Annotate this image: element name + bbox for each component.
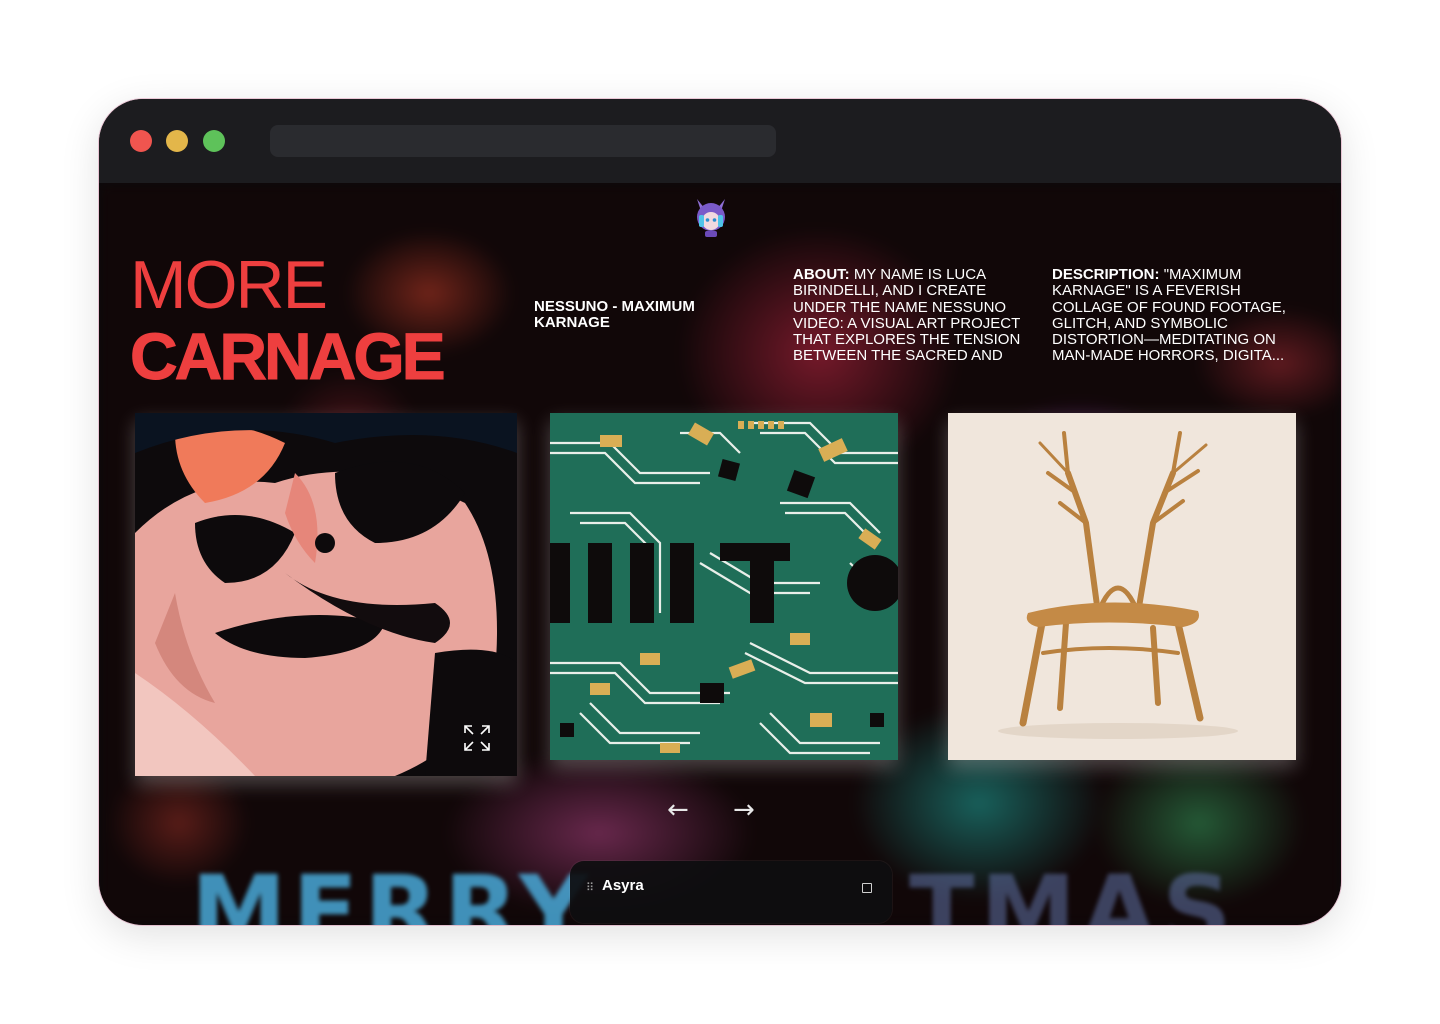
page-viewport: MERRY TMAS MORE CARNAGE NESSUNO - MAXIMU… <box>99 183 1341 925</box>
background-text-right: TMAS <box>909 855 1238 925</box>
mini-player[interactable]: ⠿ Asyra <box>570 861 892 923</box>
address-bar[interactable] <box>270 125 776 157</box>
expand-player-icon[interactable] <box>862 883 872 893</box>
circuit-artwork-image <box>550 413 898 760</box>
portrait-artwork-image <box>135 413 517 776</box>
artwork-card-antler-chair[interactable] <box>948 413 1296 760</box>
track-title: NESSUNO - MAXIMUM KARNAGE <box>534 298 695 331</box>
drag-handle-icon[interactable]: ⠿ <box>586 881 594 894</box>
carousel-next-arrow-icon[interactable]: → <box>733 795 755 825</box>
player-title: Asyra <box>602 877 644 894</box>
artwork-card-portrait[interactable] <box>135 413 517 776</box>
browser-titlebar <box>99 99 1341 183</box>
about-label: ABOUT: <box>793 267 850 283</box>
about-body: MY NAME IS LUCA BIRINDELLI, AND I CREATE… <box>793 267 1021 365</box>
expand-icon[interactable] <box>463 724 491 752</box>
cat-avatar-logo[interactable] <box>691 195 731 239</box>
minimize-window-button[interactable] <box>166 130 188 152</box>
description-text: DESCRIPTION: "MAXIMUM KARNAGE" IS A FEVE… <box>1052 267 1298 365</box>
background-text-left: MERRY <box>191 855 595 925</box>
description-body: "MAXIMUM KARNAGE" IS A FEVERISH COLLAGE … <box>1052 267 1286 365</box>
antler-chair-image <box>948 413 1296 760</box>
about-text: ABOUT: MY NAME IS LUCA BIRINDELLI, AND I… <box>793 267 1039 365</box>
artwork-card-circuit[interactable] <box>550 413 898 760</box>
maximize-window-button[interactable] <box>203 130 225 152</box>
carousel-prev-arrow-icon[interactable]: ← <box>667 795 689 825</box>
page-heading: MORE CARNAGE <box>130 247 447 393</box>
heading-line-carnage: CARNAGE <box>130 319 447 393</box>
description-label: DESCRIPTION: <box>1052 267 1160 283</box>
browser-window: MERRY TMAS MORE CARNAGE NESSUNO - MAXIMU… <box>99 99 1341 925</box>
close-window-button[interactable] <box>130 130 152 152</box>
heading-line-more: MORE <box>130 247 328 323</box>
